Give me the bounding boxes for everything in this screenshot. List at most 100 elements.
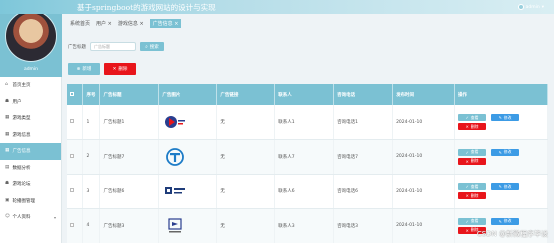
column-header: 广告链接 <box>216 84 276 105</box>
row-index: 3 <box>82 174 101 209</box>
sidebar-item-ad-info[interactable]: ▦ 广告信息 <box>0 143 61 160</box>
delete-button[interactable]: ✕ 删除 <box>104 63 136 75</box>
search-input[interactable]: 广告标题 <box>90 42 136 51</box>
edit-label: 修改 <box>503 183 512 189</box>
sidebar-item-label: 用户 <box>12 99 22 105</box>
sidebar-item-profile[interactable]: ☺ 个人资料 ▾ <box>0 209 61 226</box>
ad-image <box>162 183 188 199</box>
row-checkbox[interactable] <box>70 153 74 158</box>
row-contact: 联系人3 <box>274 208 335 243</box>
edit-button[interactable]: ✎ 修改 <box>490 148 519 156</box>
row-date: 2024-01-10 <box>392 208 455 243</box>
view-button[interactable]: ✓ 查看 <box>457 114 486 121</box>
row-contact: 联系人1 <box>274 105 335 140</box>
sidebar-item-game-types[interactable]: ▦ 游戏类型 <box>0 110 61 127</box>
top-bar: 基于springboot的游戏网站的设计与实现 admin ▾ <box>0 0 554 14</box>
tab-game-info[interactable]: 游戏信息 × <box>118 20 144 27</box>
sidebar-item-data-analysis[interactable]: ▤ 数据分析 <box>0 160 61 177</box>
column-header: 咨询电话 <box>333 84 394 105</box>
sidebar-item-users[interactable]: ☗ 用户 <box>0 94 61 111</box>
add-button[interactable]: ⊕ 新增 <box>68 63 100 75</box>
column-header: 联系人 <box>274 84 335 105</box>
tab-ad-info[interactable]: 广告信息 × <box>149 19 182 28</box>
select-all-checkbox[interactable] <box>70 91 74 96</box>
row-link: 无 <box>216 105 276 140</box>
column-header: 操作 <box>454 84 548 105</box>
tab-users[interactable]: 用户 × <box>96 20 112 27</box>
sidebar-username: admin <box>23 67 39 72</box>
image-icon: ▣ <box>5 197 10 203</box>
tab-home[interactable]: 系统首页 <box>70 20 90 27</box>
user-menu[interactable]: admin ▾ <box>517 4 544 10</box>
search-label: 广告标题 <box>68 44 86 50</box>
sidebar-item-game-info[interactable]: ▦ 游戏信息 <box>0 127 61 144</box>
search-icon: ⌕ <box>145 44 148 50</box>
sidebar-menu: ⌂ 首页主页 ☗ 用户 ▦ 游戏类型 ▦ 游戏信息 ▦ 广告信息 ▤ 数据分析 ☗ 游戏论坛 … <box>0 77 61 226</box>
delete-label: 删除 <box>470 192 479 198</box>
view-label: 查看 <box>470 149 479 155</box>
sidebar-item-label: 游戏论坛 <box>12 182 31 188</box>
tab-label: 游戏信息 <box>117 21 138 27</box>
edit-button[interactable]: ✎ 修改 <box>490 217 519 225</box>
row-checkbox[interactable] <box>70 188 74 193</box>
ad-image <box>162 114 188 130</box>
ad-image <box>162 147 188 166</box>
row-actions: ✓ 查看 ✎ 修改 ✕ 删除 <box>457 114 547 130</box>
row-checkbox[interactable] <box>70 119 74 123</box>
tab-bar: 系统首页 用户 × 游戏信息 × 广告信息 × <box>70 19 182 28</box>
row-date: 2024-01-10 <box>392 139 455 175</box>
row-link: 无 <box>216 174 276 209</box>
edit-button[interactable]: ✎ 修改 <box>490 114 519 121</box>
close-icon[interactable]: × <box>174 21 178 27</box>
avatar <box>5 10 57 62</box>
row-title: 广告标题7 <box>99 139 160 175</box>
users-icon: ☗ <box>5 98 10 104</box>
table-row: 1 广告标题1 无 联系人1 咨询电话1 2024-01-10 ✓ 查看 ✎ 修… <box>67 105 548 140</box>
table-row: 4 广告标题3 无 联系人3 咨询电话3 2024-01-10 ✓ 查看 ✎ 修… <box>67 208 548 243</box>
view-button[interactable]: ✓ 查看 <box>457 217 486 225</box>
add-button-label: 新增 <box>82 67 92 72</box>
row-actions: ✓ 查看 ✎ 修改 ✕ 删除 <box>457 183 547 200</box>
view-label: 查看 <box>470 218 479 224</box>
column-header: 广告标题 <box>99 84 160 105</box>
user-name: admin <box>525 4 540 10</box>
close-icon[interactable]: × <box>139 21 143 27</box>
row-index: 2 <box>82 139 101 175</box>
edit-button[interactable]: ✎ 修改 <box>490 183 519 191</box>
row-actions: ✓ 查看 ✎ 修改 ✕ 删除 <box>457 148 547 165</box>
sidebar-item-home[interactable]: ⌂ 首页主页 <box>0 77 61 94</box>
row-checkbox[interactable] <box>70 222 74 227</box>
row-title: 广告标题6 <box>99 174 160 209</box>
delete-row-button[interactable]: ✕ 删除 <box>457 192 486 200</box>
tab-label: 广告信息 <box>152 21 173 27</box>
sidebar-item-label: 游戏信息 <box>12 132 31 138</box>
close-icon: ✕ <box>112 66 117 72</box>
grid-icon: ▦ <box>5 115 10 120</box>
row-date: 2024-01-10 <box>392 174 455 209</box>
sidebar-item-label: 轮播图管理 <box>12 198 36 204</box>
row-title: 广告标题1 <box>99 105 160 140</box>
view-button[interactable]: ✓ 查看 <box>457 183 486 191</box>
row-date: 2024-01-10 <box>392 105 455 140</box>
ad-table: 序号 广告标题 广告图片 广告链接 联系人 咨询电话 发布时间 操作 1 广告标… <box>67 84 548 243</box>
search-bar: 广告标题 广告标题 ⌕ 搜索 <box>68 42 164 51</box>
row-phone: 咨询电话1 <box>333 105 394 140</box>
action-bar: ⊕ 新增 ✕ 删除 <box>68 63 136 75</box>
user-icon: ☺ <box>5 214 10 219</box>
delete-row-button[interactable]: ✕ 删除 <box>457 157 486 165</box>
search-button[interactable]: ⌕ 搜索 <box>140 42 164 51</box>
sidebar-item-carousel[interactable]: ▣ 轮播图管理 <box>0 193 61 210</box>
sidebar-item-label: 首页主页 <box>12 83 31 89</box>
app-title: 基于springboot的游戏网站的设计与实现 <box>77 3 216 12</box>
row-phone: 咨询电话3 <box>333 208 394 243</box>
row-link: 无 <box>216 139 276 175</box>
delete-label: 删除 <box>470 158 479 164</box>
sidebar-item-forum[interactable]: ☗ 游戏论坛 <box>0 176 61 193</box>
edit-label: 修改 <box>503 218 512 224</box>
users-icon: ☗ <box>5 181 10 186</box>
view-button[interactable]: ✓ 查看 <box>457 148 486 156</box>
close-icon[interactable]: × <box>108 21 112 27</box>
row-link: 无 <box>216 208 276 243</box>
delete-row-button[interactable]: ✕ 删除 <box>457 123 486 130</box>
chart-icon: ▤ <box>5 164 10 170</box>
